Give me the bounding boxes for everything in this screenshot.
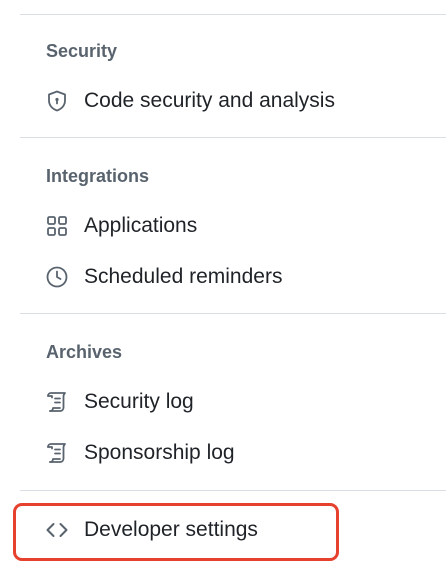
divider — [20, 313, 446, 314]
section-heading-security: Security — [46, 41, 118, 61]
divider — [20, 14, 446, 15]
shield-lock-icon — [44, 88, 70, 114]
section-heading-archives: Archives — [46, 342, 123, 362]
sidebar-item-security-log[interactable]: Security log — [44, 382, 436, 422]
clock-icon — [44, 264, 70, 290]
sidebar-item-scheduled-reminders[interactable]: Scheduled reminders — [44, 257, 436, 297]
code-icon — [44, 517, 70, 543]
log-icon — [44, 440, 70, 466]
sidebar-item-label: Security log — [84, 390, 194, 413]
sidebar-item-label: Scheduled reminders — [84, 265, 283, 288]
divider — [20, 137, 446, 138]
sidebar-item-developer-settings[interactable]: Developer settings — [44, 510, 436, 550]
apps-grid-icon — [44, 213, 70, 239]
sidebar-item-label: Applications — [84, 214, 198, 237]
sidebar-item-label: Code security and analysis — [84, 89, 335, 112]
log-icon — [44, 389, 70, 415]
sidebar-item-code-security[interactable]: Code security and analysis — [44, 81, 436, 121]
sidebar-item-applications[interactable]: Applications — [44, 206, 436, 246]
section-heading-integrations: Integrations — [46, 166, 150, 186]
sidebar-item-label: Sponsorship log — [84, 441, 235, 464]
divider — [20, 490, 446, 491]
sidebar-item-sponsorship-log[interactable]: Sponsorship log — [44, 433, 436, 473]
sidebar-item-label: Developer settings — [84, 518, 258, 541]
